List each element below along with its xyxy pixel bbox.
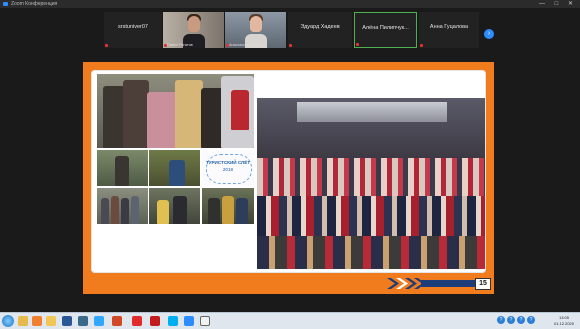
start-button[interactable] xyxy=(2,315,14,327)
participant-video-tile[interactable]: Павел Рогатов xyxy=(163,12,224,48)
photoshop-icon[interactable] xyxy=(94,316,104,326)
word-icon[interactable] xyxy=(62,316,72,326)
taskbar-clock[interactable]: 13:05 01.12.2020 xyxy=(551,315,577,327)
participant-video-tile[interactable]: Анастасия Богдан... xyxy=(225,12,286,48)
zoom-app-icon xyxy=(3,2,8,6)
photo-small-2 xyxy=(149,150,200,186)
photo-small-1 xyxy=(97,150,148,186)
media-icon[interactable] xyxy=(32,316,42,326)
participant-caption: Павел Рогатов xyxy=(167,43,193,47)
mic-muted-icon xyxy=(105,44,108,47)
crowd-middle-row xyxy=(257,196,485,238)
participant-tile[interactable]: srstuniver07 xyxy=(104,12,162,48)
shared-slide: ТУРИСТСКИЙ СЛЁТ 2018 15 xyxy=(83,62,494,294)
skype-icon[interactable] xyxy=(168,316,178,326)
logo-text: ТУРИСТСКИЙ СЛЁТ xyxy=(205,160,251,165)
zoom-icon[interactable] xyxy=(184,316,194,326)
person-figure xyxy=(123,80,149,148)
person-figure xyxy=(131,196,139,224)
person-figure xyxy=(236,198,248,224)
window-controls[interactable]: — □ ✕ xyxy=(539,0,577,8)
powerpoint-icon[interactable] xyxy=(112,316,122,326)
window-icon[interactable] xyxy=(200,316,210,326)
mic-muted-icon xyxy=(356,43,359,46)
photo-small-5 xyxy=(202,188,254,224)
next-page-arrow-icon[interactable]: › xyxy=(484,29,494,39)
explorer-icon[interactable] xyxy=(18,316,28,326)
participant-name: Алёна Пилипчук... xyxy=(362,25,409,31)
person-figure xyxy=(173,196,187,224)
person-figure xyxy=(201,88,223,148)
person-figure xyxy=(175,80,203,148)
windows-taskbar: ? ? ? ? 13:05 01.12.2020 xyxy=(0,312,580,329)
participant-caption: Анастасия Богдан... xyxy=(229,43,264,47)
person-figure xyxy=(121,198,129,224)
mic-muted-icon xyxy=(289,44,292,47)
photo-stage-group xyxy=(257,98,485,269)
person-figure xyxy=(222,196,234,224)
crowd-back-row xyxy=(257,158,485,198)
tourist-rally-logo: ТУРИСТСКИЙ СЛЁТ 2018 xyxy=(202,150,254,186)
acrobat-icon[interactable] xyxy=(150,316,160,326)
person-figure xyxy=(101,198,109,224)
mic-muted-icon xyxy=(420,44,423,47)
folder-icon[interactable] xyxy=(46,316,56,326)
person-figure xyxy=(231,90,249,130)
participant-name: Эдуард Хадеев xyxy=(300,24,340,30)
person-figure xyxy=(208,198,220,224)
participant-name: Анна Гуцалова xyxy=(429,24,469,30)
photo-small-4 xyxy=(149,188,200,224)
tray-help-icon[interactable]: ? xyxy=(507,316,515,324)
yandex-icon[interactable] xyxy=(132,316,142,326)
logo-year: 2018 xyxy=(222,167,234,172)
participant-tile[interactable]: Эдуард Хадеев xyxy=(288,12,352,48)
person-figure xyxy=(103,86,125,148)
photo-small-3 xyxy=(97,188,148,224)
participant-strip: srstuniver07 Павел Рогатов Анастасия Бог… xyxy=(0,8,580,48)
participant-tile-active[interactable]: Алёна Пилипчук... xyxy=(354,12,417,48)
person-figure xyxy=(147,92,177,148)
photo-group-girls xyxy=(97,74,254,148)
clock-date: 01.12.2020 xyxy=(553,321,575,326)
footer-navy-bar xyxy=(421,280,478,287)
slide-page-number: 15 xyxy=(475,278,491,290)
person-figure xyxy=(157,200,169,224)
tray-help-icon[interactable]: ? xyxy=(517,316,525,324)
participant-face xyxy=(250,16,262,32)
participant-face xyxy=(188,16,200,32)
participant-name: srstuniver07 xyxy=(118,24,148,30)
person-figure xyxy=(111,196,119,224)
tray-help-icon[interactable]: ? xyxy=(497,316,505,324)
window-titlebar: Zoom Конференция — □ ✕ xyxy=(0,0,580,8)
chevron-arrows-icon xyxy=(387,278,425,289)
slide-content: ТУРИСТСКИЙ СЛЁТ 2018 xyxy=(91,70,486,273)
person-figure xyxy=(169,160,185,186)
person-figure xyxy=(115,156,129,186)
window-title: Zoom Конференция xyxy=(11,1,58,7)
participant-tile[interactable]: Анна Гуцалова xyxy=(419,12,479,48)
slide-footer xyxy=(91,277,486,290)
crowd-front-row xyxy=(257,236,485,269)
stage-ceiling-lights xyxy=(297,102,447,122)
tray-help-icon[interactable]: ? xyxy=(527,316,535,324)
photoshop-icon[interactable] xyxy=(78,316,88,326)
